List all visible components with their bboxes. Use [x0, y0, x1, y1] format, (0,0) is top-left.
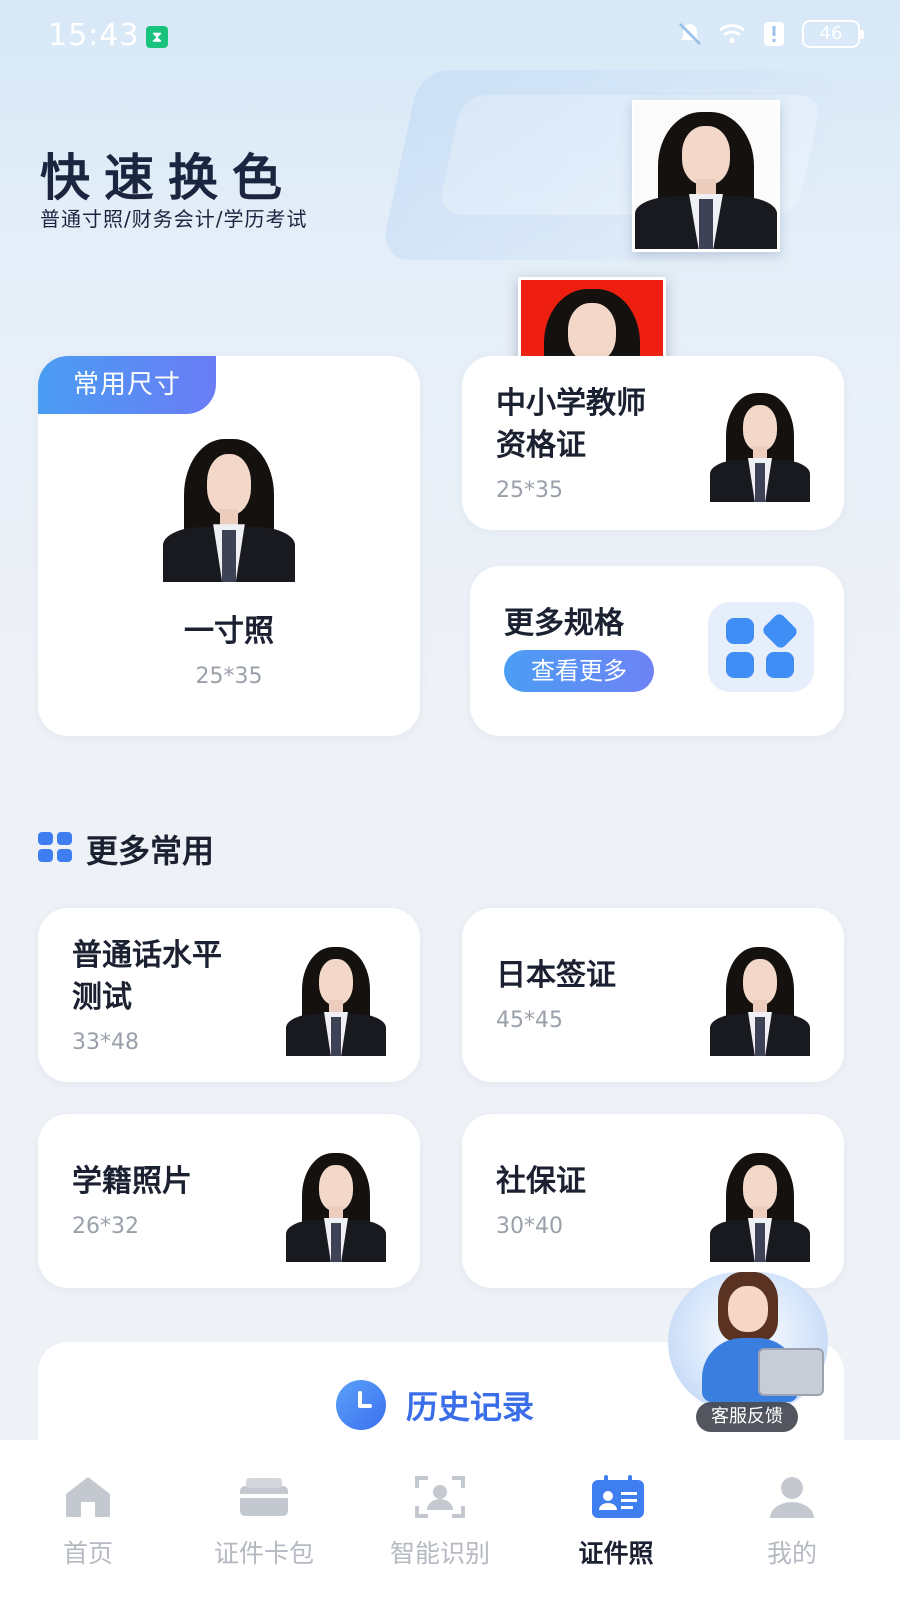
tab-card-wallet-label: 证件卡包 — [213, 1539, 314, 1568]
alert-icon — [760, 20, 788, 48]
tab-id-photo-label: 证件照 — [578, 1539, 654, 1568]
card-student-photo[interactable]: 学籍照片 26*32 — [38, 1114, 420, 1288]
japan-visa-title: 日本签证 — [496, 958, 616, 993]
social-security-size: 30*40 — [496, 1214, 563, 1239]
mute-bell-icon — [676, 20, 704, 48]
battery-indicator: 46 — [802, 20, 864, 48]
section-title-more-common: 更多常用 — [86, 832, 215, 870]
status-time: 15:43 — [48, 18, 140, 53]
status-icons: 46 — [676, 20, 864, 48]
view-more-button[interactable]: 查看更多 — [504, 650, 654, 692]
card-mandarin-test[interactable]: 普通话水平 测试 33*48 — [38, 908, 420, 1082]
one-inch-photo-size: 25*35 — [195, 664, 263, 689]
scan-person-icon — [414, 1474, 466, 1520]
japan-visa-size: 45*45 — [496, 1008, 563, 1033]
hero-subtitle: 普通寸照/财务会计/学历考试 — [40, 207, 308, 231]
hero-photo-white-background — [632, 100, 780, 252]
teacher-photo-sample — [710, 386, 810, 502]
bottom-tab-bar: 首页 证件卡包 智能识别 证件照 我的 — [0, 1440, 900, 1600]
social-security-title: 社保证 — [496, 1164, 586, 1199]
card-one-inch-photo[interactable]: 常用尺寸 一寸照 25*35 — [38, 356, 420, 736]
card-japan-visa[interactable]: 日本签证 45*45 — [462, 908, 844, 1082]
tab-id-photo[interactable]: 证件照 — [546, 1460, 686, 1590]
student-photo-size: 26*32 — [72, 1214, 139, 1239]
grid-apps-icon — [708, 602, 814, 692]
more-specs-title: 更多规格 — [504, 606, 624, 641]
tab-home[interactable]: 首页 — [18, 1460, 158, 1590]
tab-home-label: 首页 — [62, 1539, 113, 1568]
customer-service-feedback-button[interactable]: 客服反馈 — [662, 1262, 832, 1434]
card-more-specs[interactable]: 更多规格 查看更多 — [470, 566, 844, 736]
status-bar: 15:43 ⧗ 46 — [0, 0, 900, 70]
one-inch-photo-title: 一寸照 — [184, 614, 274, 649]
tab-card-wallet[interactable]: 证件卡包 — [194, 1460, 334, 1590]
teacher-title-line2: 资格证 — [496, 428, 586, 463]
home-icon — [62, 1474, 114, 1520]
tab-smart-recognition[interactable]: 智能识别 — [370, 1460, 510, 1590]
common-size-badge: 常用尺寸 — [38, 356, 216, 414]
mandarin-title-line2: 测试 — [72, 980, 132, 1015]
card-teacher-qualification[interactable]: 中小学教师 资格证 25*35 — [462, 356, 844, 530]
teacher-size: 25*35 — [496, 478, 563, 503]
mandarin-title-line1: 普通话水平 — [72, 938, 222, 973]
student-photo-sample — [286, 1146, 386, 1262]
mandarin-size: 33*48 — [72, 1030, 139, 1055]
card-wallet-icon — [238, 1474, 290, 1520]
tab-smart-recognition-label: 智能识别 — [389, 1539, 490, 1568]
id-photo-icon — [590, 1474, 644, 1520]
service-feedback-label: 客服反馈 — [696, 1402, 798, 1432]
japan-visa-photo-sample — [710, 940, 810, 1056]
one-inch-photo-sample — [163, 430, 295, 582]
mandarin-photo-sample — [286, 940, 386, 1056]
student-photo-title: 学籍照片 — [72, 1164, 192, 1199]
service-avatar-face — [728, 1286, 768, 1332]
hourglass-icon: ⧗ — [146, 26, 168, 48]
section-grid-icon — [38, 832, 74, 862]
tab-profile-label: 我的 — [766, 1539, 817, 1568]
tab-profile[interactable]: 我的 — [722, 1460, 862, 1590]
social-security-photo-sample — [710, 1146, 810, 1262]
wifi-icon — [718, 20, 746, 48]
history-label: 历史记录 — [406, 1388, 535, 1426]
teacher-title-line1: 中小学教师 — [496, 386, 646, 421]
profile-icon — [766, 1474, 818, 1520]
hero-title: 快速换色 — [40, 149, 296, 207]
clock-icon — [336, 1380, 386, 1430]
laptop-icon — [758, 1348, 824, 1396]
